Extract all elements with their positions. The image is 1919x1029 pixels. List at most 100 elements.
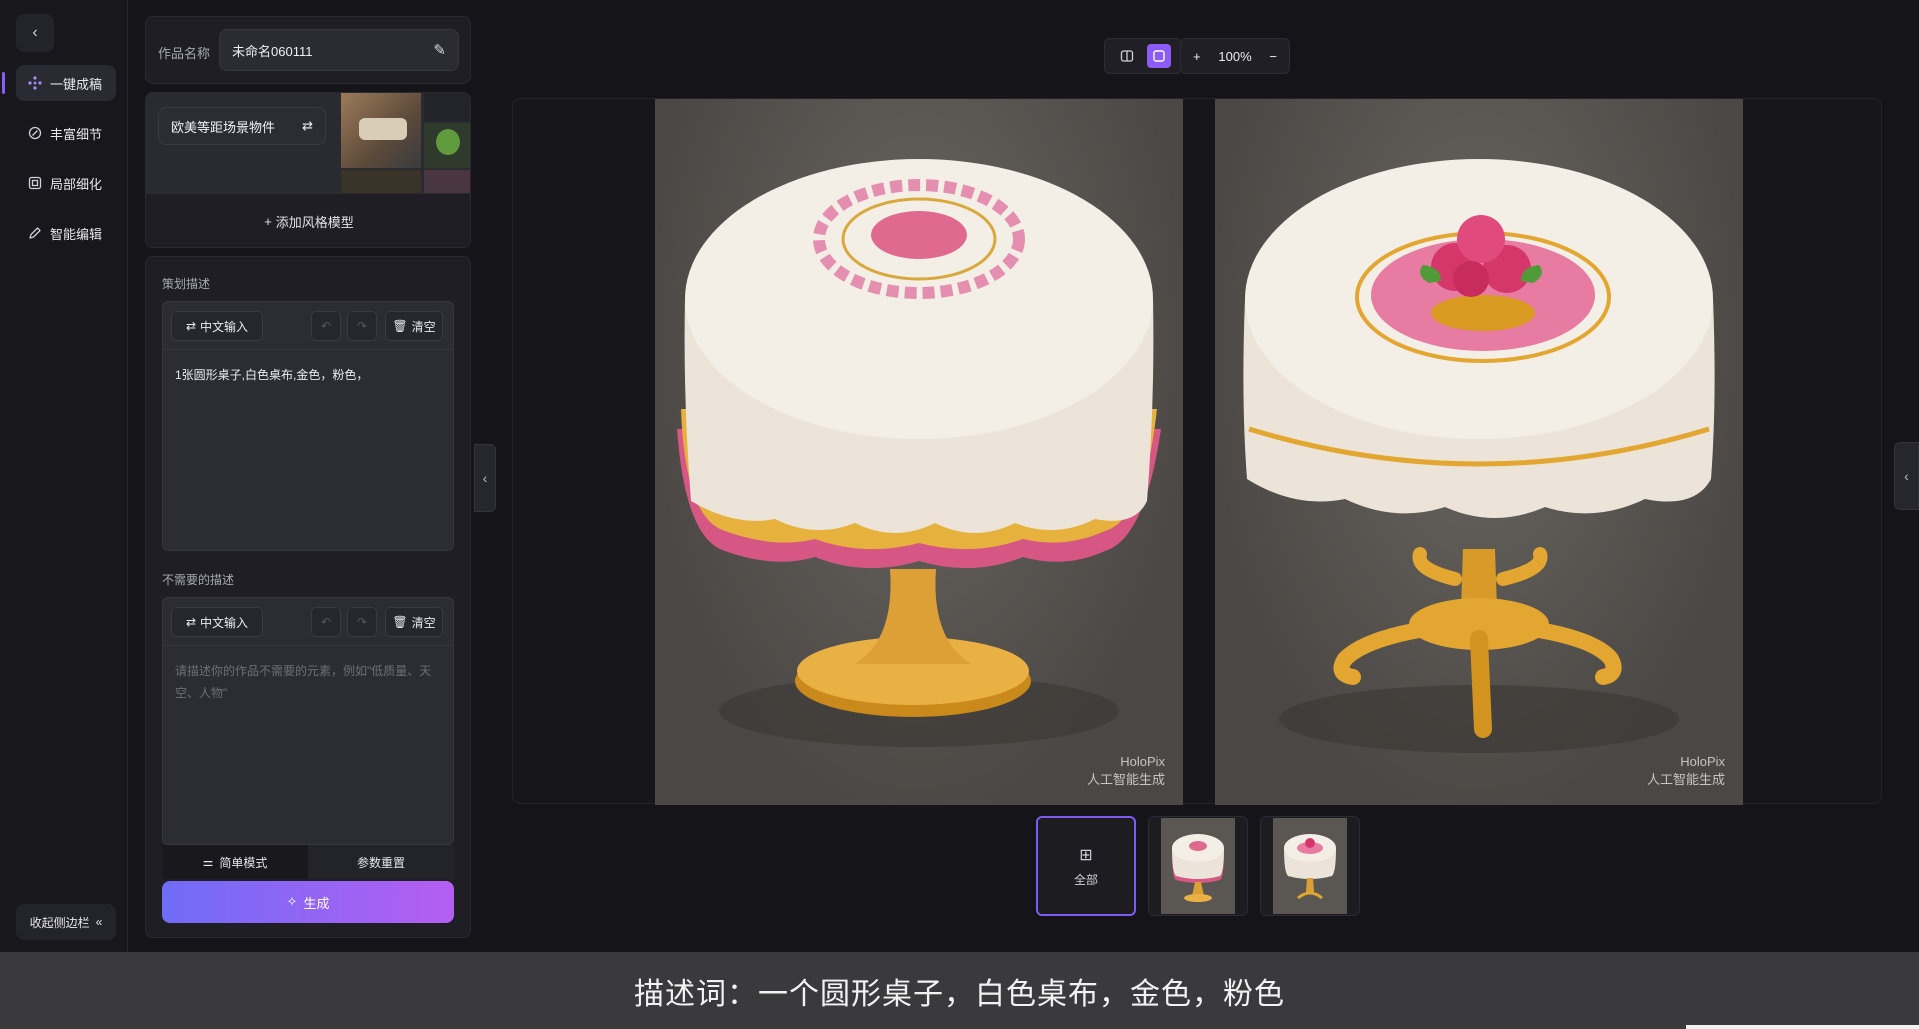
reset-params-button[interactable]: 参数重置: [308, 845, 454, 879]
thumb-result-1[interactable]: [1148, 816, 1248, 916]
thumb-all-button[interactable]: ⊞ 全部: [1036, 816, 1136, 916]
zoom-in-button[interactable]: +: [1193, 49, 1201, 64]
layout-toggle-group: [1104, 38, 1182, 74]
redo-icon: ↷: [356, 615, 368, 629]
negative-textarea[interactable]: 请描述你的作品不需要的元素，例如"低质量、天空、人物": [175, 660, 441, 704]
watermark-brand: HoloPix: [1680, 754, 1725, 769]
prompt-toolbar: ⇄ 中文输入 ↶ ↷ 🗑 清空: [163, 302, 453, 350]
swap-icon: ⇄: [185, 615, 197, 629]
trash-icon: 🗑: [392, 615, 408, 629]
swap-icon: ⇄: [185, 319, 197, 333]
negative-input-mode-button[interactable]: ⇄ 中文输入: [171, 607, 263, 637]
input-mode-label: 中文输入: [200, 615, 249, 630]
table-thumb-2: [1284, 834, 1336, 900]
negative-clear-button[interactable]: 🗑 清空: [385, 607, 443, 637]
region-icon: [26, 176, 44, 190]
sliders-icon: ⚌: [202, 855, 214, 869]
round-table-roses-illustration: [1243, 159, 1715, 753]
collapse-sidebar-label: 收起侧边栏: [29, 915, 90, 930]
watermark-note: 人工智能生成: [1646, 772, 1725, 787]
chevron-left-icon: ‹: [1904, 468, 1909, 484]
simple-mode-button[interactable]: ⚌ 简单模式: [162, 845, 308, 879]
negative-toolbar: ⇄ 中文输入 ↶ ↷ 🗑 清空: [163, 598, 453, 646]
style-preview-flowers: [424, 170, 470, 193]
edit-icon[interactable]: ✎: [433, 41, 446, 59]
nav-item-local-refine[interactable]: 局部细化: [16, 165, 116, 201]
round-table-pink-skirt-illustration: [677, 159, 1161, 747]
thumbnail-strip: ⊞ 全部: [1036, 816, 1360, 916]
style-model-card: 欧美等距场景物件 ⇄ + 添加风格模型: [145, 92, 471, 248]
grid-icon: ⊞: [1079, 846, 1093, 864]
thumb-all-label: 全部: [1073, 872, 1098, 887]
expand-right-panel-button[interactable]: ‹: [1894, 442, 1919, 510]
prompt-card: 策划描述 ⇄ 中文输入 ↶ ↷ 🗑 清空 1张圆形桌子,白色桌布,金色，粉色， …: [145, 256, 471, 938]
work-name-value: 未命名060111: [232, 43, 313, 59]
zoom-control: + 100% −: [1180, 38, 1290, 74]
style-preview-plant: [424, 123, 470, 168]
trash-icon: 🗑: [392, 319, 408, 333]
prompt-clear-button[interactable]: 🗑 清空: [385, 311, 443, 341]
caption-text: 描述词：一个圆形桌子，白色桌布，金色，粉色: [634, 977, 1285, 1011]
style-preview-floor: [341, 170, 421, 193]
split-view-button[interactable]: [1115, 44, 1139, 68]
style-preview-object: [424, 93, 470, 121]
plus-icon: +: [264, 214, 272, 229]
add-style-label: 添加风格模型: [275, 215, 354, 230]
single-view-icon: [1153, 50, 1165, 62]
add-style-model-button[interactable]: + 添加风格模型: [146, 193, 470, 247]
work-name-card: 作品名称 未命名060111 ✎: [145, 16, 471, 84]
work-name-label: 作品名称: [158, 46, 211, 61]
watermark-brand: HoloPix: [1120, 754, 1165, 769]
negative-box: ⇄ 中文输入 ↶ ↷ 🗑 清空 请描述你的作品不需要的元素，例如"低质量、天空、…: [162, 597, 454, 845]
reset-params-label: 参数重置: [356, 855, 405, 870]
nav-item-label: 丰富细节: [50, 126, 103, 142]
undo-icon: ↶: [320, 319, 332, 333]
watermark-note: 人工智能生成: [1086, 772, 1165, 787]
prompt-textarea[interactable]: 1张圆形桌子,白色桌布,金色，粉色，: [175, 364, 441, 386]
redo-button[interactable]: ↷: [347, 311, 377, 341]
work-name-input[interactable]: 未命名060111 ✎: [219, 29, 459, 71]
generate-button[interactable]: ✧ 生成: [162, 881, 454, 923]
style-preview-sofa: [341, 93, 421, 168]
collapse-sidebar-button[interactable]: 收起侧边栏 «: [16, 904, 116, 940]
undo-button[interactable]: ↶: [311, 311, 341, 341]
result-image-2[interactable]: HoloPix 人工智能生成: [1215, 99, 1743, 805]
style-model-chip[interactable]: 欧美等距场景物件 ⇄: [158, 107, 326, 145]
redo-button[interactable]: ↷: [347, 607, 377, 637]
undo-button[interactable]: ↶: [311, 607, 341, 637]
zoom-out-button[interactable]: −: [1269, 49, 1277, 64]
single-view-button[interactable]: [1147, 44, 1171, 68]
pen-icon: [26, 226, 44, 240]
result-watermark: HoloPix 人工智能生成: [1647, 753, 1725, 789]
zoom-level: 100%: [1218, 48, 1252, 64]
generate-label: 生成: [303, 895, 330, 911]
swap-icon[interactable]: ⇄: [302, 118, 313, 134]
nav-item-enrich-detail[interactable]: 丰富细节: [16, 115, 116, 151]
collapse-params-panel-button[interactable]: ‹: [474, 444, 496, 512]
negative-section-label: 不需要的描述: [162, 573, 235, 587]
nav-item-smart-edit[interactable]: 智能编辑: [16, 215, 116, 251]
active-indicator: [2, 72, 5, 94]
caption-divider: [1686, 1025, 1919, 1029]
thumb-image: [1273, 818, 1347, 914]
detail-icon: [26, 126, 44, 140]
result-canvas: HoloPix 人工智能生成 HoloPix 人工智能生成: [512, 98, 1882, 805]
chevron-left-icon: ‹: [32, 24, 38, 41]
result-image-1[interactable]: HoloPix 人工智能生成: [655, 99, 1183, 805]
simple-mode-label: 简单模式: [219, 855, 268, 870]
undo-icon: ↶: [320, 615, 332, 629]
prompt-box: ⇄ 中文输入 ↶ ↷ 🗑 清空 1张圆形桌子,白色桌布,金色，粉色，: [162, 301, 454, 551]
prompt-input-mode-button[interactable]: ⇄ 中文输入: [171, 311, 263, 341]
thumb-image: [1161, 818, 1235, 914]
nav-item-label: 一键成稿: [50, 76, 103, 92]
thumb-result-2[interactable]: [1260, 816, 1360, 916]
clear-label: 清空: [411, 615, 436, 630]
nav-item-one-click[interactable]: 一键成稿: [16, 65, 116, 101]
left-nav: ‹ 一键成稿 丰富细节 局部细化 智能编辑 收起侧边栏 «: [0, 0, 128, 952]
chevron-left-icon: ‹: [482, 470, 488, 486]
caption-bar: 描述词：一个圆形桌子，白色桌布，金色，粉色: [0, 952, 1919, 1029]
sparkle-icon: ✧: [286, 894, 298, 909]
prompt-section-label: 策划描述: [162, 277, 211, 291]
back-button[interactable]: ‹: [16, 14, 54, 52]
nav-item-label: 智能编辑: [50, 226, 103, 242]
